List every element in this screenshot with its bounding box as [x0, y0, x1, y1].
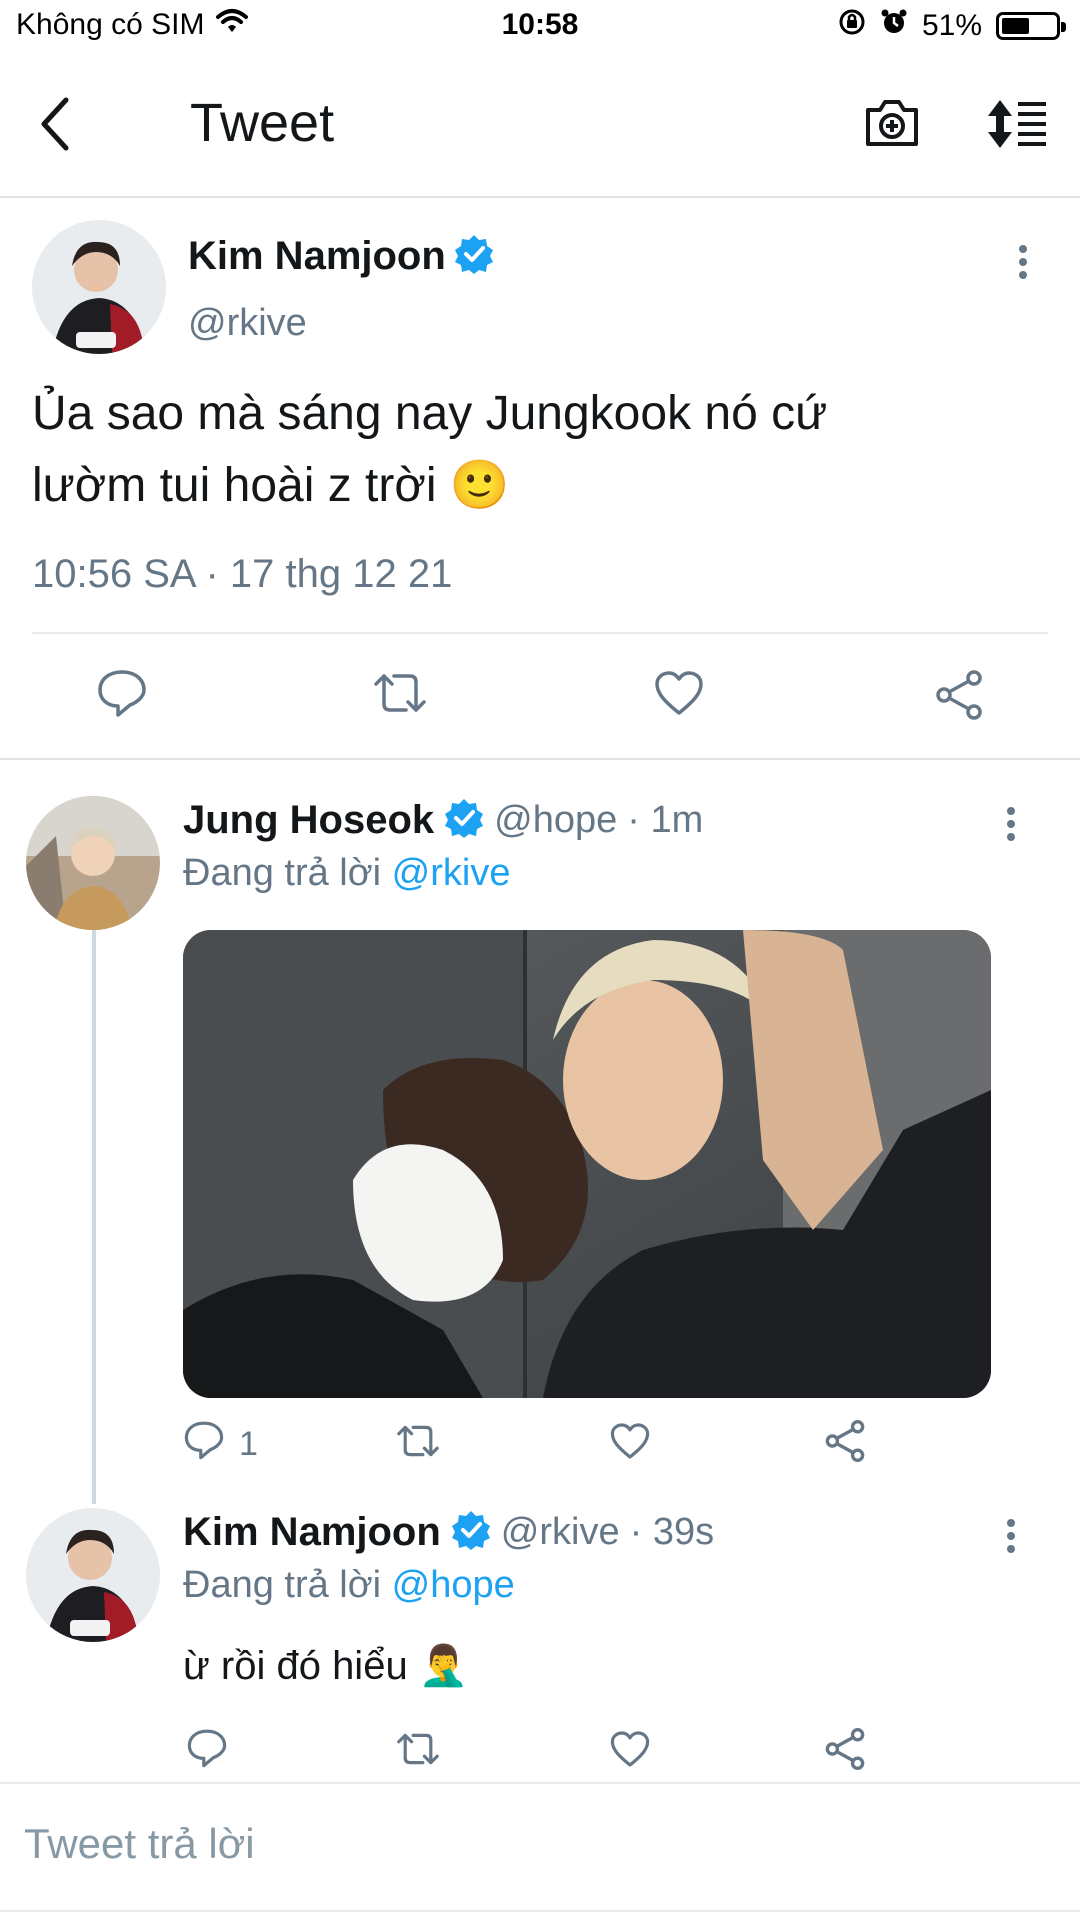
like-icon[interactable]	[610, 1730, 650, 1773]
replying-label: Đang trả lời	[183, 852, 382, 894]
retweet-icon[interactable]	[370, 670, 430, 721]
replying-to: Đang trả lời @hope	[183, 1564, 515, 1607]
tweet-text-line: lườm tui hoài z trời 🙂	[32, 459, 510, 512]
author-name[interactable]: Kim Namjoon	[188, 234, 446, 279]
reply-icon[interactable]	[96, 668, 148, 723]
share-icon[interactable]	[824, 1420, 866, 1467]
reply-author-name[interactable]: Jung Hoseok	[183, 798, 434, 843]
more-options-icon[interactable]	[1018, 244, 1028, 285]
reply-header: Jung Hoseok @hope · 1m	[183, 798, 703, 843]
tweet-text: Ủa sao mà sáng nay Jungkook nó cứ lườm t…	[32, 378, 1032, 522]
reply-compose-input[interactable]: Tweet trả lời	[24, 1820, 255, 1868]
verified-badge-icon	[444, 798, 484, 843]
tweet-timestamp: 10:56 SA · 17 thg 12 21	[32, 552, 453, 596]
more-options-icon[interactable]	[1006, 1518, 1016, 1559]
verified-badge-icon	[451, 1510, 491, 1555]
divider	[0, 1782, 1080, 1784]
battery-icon	[996, 12, 1066, 40]
battery-fill	[1002, 18, 1029, 34]
replying-to: Đang trả lời @rkive	[183, 852, 510, 895]
status-right: 51%	[838, 8, 1066, 44]
retweet-icon[interactable]	[394, 1422, 442, 1465]
replying-label: Đang trả lời	[183, 1564, 382, 1606]
section-divider	[0, 758, 1080, 760]
divider	[32, 632, 1048, 634]
replying-to-mention[interactable]: @rkive	[392, 852, 511, 894]
back-arrow-icon[interactable]	[36, 96, 76, 157]
retweet-icon[interactable]	[394, 1730, 442, 1773]
more-options-icon[interactable]	[1006, 806, 1016, 847]
share-icon[interactable]	[934, 670, 984, 725]
tweet-photo[interactable]	[183, 930, 991, 1398]
thread-line	[92, 928, 96, 1504]
alarm-icon	[880, 8, 908, 44]
like-icon[interactable]	[610, 1422, 650, 1465]
header-divider	[0, 196, 1080, 198]
reply-icon	[183, 1420, 225, 1469]
reply-author-name[interactable]: Kim Namjoon	[183, 1510, 441, 1555]
share-icon[interactable]	[824, 1728, 866, 1775]
camera-plus-icon[interactable]	[864, 96, 920, 155]
tweet-text-line: Ủa sao mà sáng nay Jungkook nó cứ	[32, 387, 828, 440]
divider	[0, 1910, 1080, 1912]
orientation-lock-icon	[838, 8, 866, 44]
reply-author-handle[interactable]: @hope	[494, 799, 617, 842]
reply-avatar-rkive[interactable]	[26, 1508, 160, 1642]
status-bar: Không có SIM 10:58 51%	[0, 0, 1080, 54]
reply-time: · 1m	[627, 799, 704, 841]
reply-author-handle[interactable]: @rkive	[501, 1511, 620, 1554]
page-title: Tweet	[190, 93, 335, 153]
reply-text: ừ rồi đó hiểu 🤦‍♂️	[183, 1644, 469, 1688]
reply-avatar-hope[interactable]	[26, 796, 160, 930]
reply-icon[interactable]	[186, 1728, 228, 1773]
reply-header: Kim Namjoon @rkive · 39s	[183, 1510, 714, 1555]
like-icon[interactable]	[654, 670, 704, 721]
reply-action[interactable]: 1	[183, 1420, 258, 1469]
reply-time: · 39s	[629, 1511, 715, 1553]
verified-badge-icon	[454, 234, 494, 279]
author-handle[interactable]: @rkive	[188, 302, 307, 345]
battery-percent: 51%	[921, 9, 982, 42]
author-name-row: Kim Namjoon	[188, 234, 494, 279]
replying-to-mention[interactable]: @hope	[392, 1564, 515, 1606]
reply-count: 1	[239, 1425, 258, 1463]
sort-timeline-icon[interactable]	[984, 98, 1050, 155]
author-avatar[interactable]	[32, 220, 166, 354]
